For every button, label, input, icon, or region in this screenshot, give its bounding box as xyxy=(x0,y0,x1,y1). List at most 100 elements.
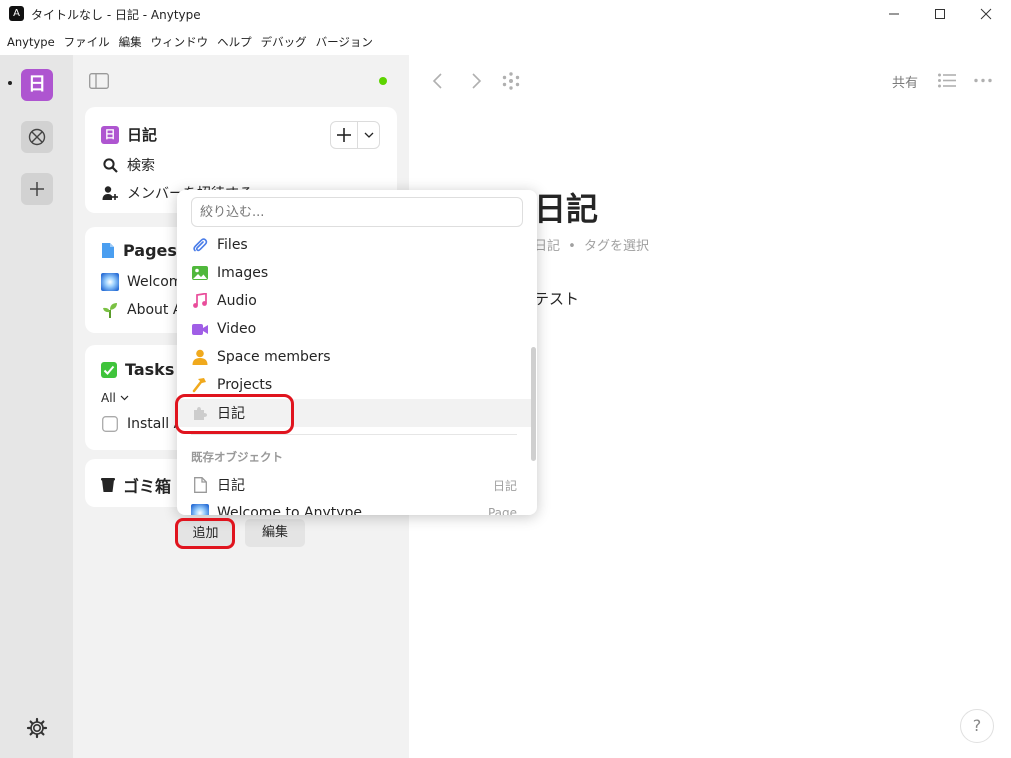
meta-separator: • xyxy=(568,239,576,254)
pages-title: Pages xyxy=(123,241,177,260)
plus-icon xyxy=(337,128,351,142)
app-logo-icon: A xyxy=(9,6,24,21)
space-tile[interactable]: 日 xyxy=(21,69,53,101)
menu-item-label: Projects xyxy=(217,377,273,393)
minimize-icon xyxy=(889,13,899,15)
menu-item-files[interactable]: Files xyxy=(177,231,531,259)
object-type-meta: 日記 xyxy=(492,478,517,493)
tasks-title: Tasks xyxy=(125,360,175,379)
document-text-block[interactable]: テスト xyxy=(534,288,579,309)
space-tile-small: 日 xyxy=(101,125,119,144)
help-button[interactable]: ? xyxy=(960,709,994,743)
maximize-button[interactable] xyxy=(917,0,963,28)
menu-item-images[interactable]: Images xyxy=(177,259,531,287)
gallery-icon xyxy=(28,128,46,146)
menu-bar: Anytype ファイル 編集 ウィンドウ ヘルプ デバッグ バージョン xyxy=(0,30,382,54)
document-featured-relations: 日記 • タグを選択 xyxy=(534,235,649,254)
gallery-button[interactable] xyxy=(21,121,53,153)
menu-item-label: Welcome to Anytype xyxy=(217,505,363,515)
sync-status-indicator xyxy=(379,77,387,85)
menu-debug[interactable]: デバッグ xyxy=(261,34,307,50)
person-icon xyxy=(192,349,208,365)
trash-widget-header[interactable]: ゴミ箱 xyxy=(101,473,171,497)
menu-item-label: Space members xyxy=(217,349,331,365)
close-window-button[interactable] xyxy=(963,0,1009,28)
menu-item-label: Files xyxy=(217,237,248,253)
object-type-meta: Page xyxy=(487,506,517,515)
menu-item-label: Audio xyxy=(217,293,257,309)
sidebar-search[interactable]: 検索 xyxy=(101,155,155,175)
chevron-down-icon xyxy=(364,132,373,138)
add-widget-source-menu: Files Images Audio Video Space members xyxy=(177,190,537,515)
maximize-icon xyxy=(935,9,945,19)
share-button[interactable]: 共有 xyxy=(892,72,918,91)
existing-objects-heading: 既存オブジェクト xyxy=(191,450,283,464)
music-note-icon xyxy=(193,293,207,308)
tasks-filter-label: All xyxy=(101,391,116,405)
space-header[interactable]: 日 日記 xyxy=(101,124,157,145)
menu-divider xyxy=(191,434,517,435)
chevron-down-icon xyxy=(120,395,129,401)
list-icon[interactable] xyxy=(938,73,956,88)
window-title: タイトルなし - 日記 - Anytype xyxy=(31,8,201,22)
sidebar-toggle-icon[interactable] xyxy=(89,73,109,89)
image-icon xyxy=(192,266,208,280)
back-arrow-icon[interactable] xyxy=(431,72,445,90)
menu-item-space-members[interactable]: Space members xyxy=(177,343,531,371)
video-icon xyxy=(192,323,208,335)
menu-edit[interactable]: 編集 xyxy=(119,34,142,50)
menu-item-label: Images xyxy=(217,265,269,281)
menu-item-audio[interactable]: Audio xyxy=(177,287,531,315)
highlight-diary-type xyxy=(175,394,294,434)
tasks-filter[interactable]: All xyxy=(101,391,129,405)
hammer-icon xyxy=(192,378,206,393)
blank-page-icon xyxy=(193,477,207,493)
menu-item-existing-welcome[interactable]: Welcome to Anytype Page xyxy=(177,499,531,515)
edit-widgets-button[interactable]: 編集 xyxy=(245,519,305,547)
space-name: 日記 xyxy=(127,126,158,144)
create-object-button[interactable] xyxy=(330,121,380,149)
sprout-icon xyxy=(103,303,117,318)
plus-icon xyxy=(30,182,44,196)
menu-item-existing-diary[interactable]: 日記 日記 xyxy=(177,471,531,499)
document-title[interactable]: 日記 xyxy=(534,184,598,230)
search-icon xyxy=(102,157,118,173)
checkbox-checked-icon xyxy=(101,361,117,378)
page-icon xyxy=(102,243,114,258)
menu-item-label: Video xyxy=(217,321,257,337)
title-bar: A タイトルなし - 日記 - Anytype xyxy=(0,0,1011,28)
pages-widget-header[interactable]: Pages xyxy=(101,241,177,260)
settings-gear-icon[interactable] xyxy=(26,717,48,739)
space-rail: 日 xyxy=(0,55,73,758)
minimize-button[interactable] xyxy=(871,0,917,28)
welcome-page-icon xyxy=(101,273,119,291)
graph-icon[interactable] xyxy=(502,72,520,90)
create-plus[interactable] xyxy=(331,122,358,148)
active-space-indicator xyxy=(8,81,12,85)
forward-arrow-icon[interactable] xyxy=(469,72,483,90)
menu-help[interactable]: ヘルプ xyxy=(217,34,252,50)
select-tags-label[interactable]: タグを選択 xyxy=(584,239,649,254)
menu-window[interactable]: ウィンドウ xyxy=(151,34,209,50)
paperclip-icon xyxy=(193,238,208,252)
close-icon xyxy=(980,8,992,20)
add-member-icon xyxy=(102,186,118,200)
menu-scrollbar[interactable] xyxy=(531,347,536,461)
more-options-icon[interactable] xyxy=(974,78,992,83)
add-space-button[interactable] xyxy=(21,173,53,205)
checkbox-icon[interactable] xyxy=(102,416,118,432)
menu-anytype[interactable]: Anytype xyxy=(7,35,55,49)
search-label: 検索 xyxy=(127,158,155,174)
menu-file[interactable]: ファイル xyxy=(64,34,110,50)
welcome-page-icon xyxy=(191,504,209,515)
filter-input[interactable] xyxy=(191,197,523,227)
menu-version[interactable]: バージョン xyxy=(316,34,373,50)
highlight-add-button xyxy=(175,518,235,549)
menu-item-video[interactable]: Video xyxy=(177,315,531,343)
object-type-label[interactable]: 日記 xyxy=(534,239,560,254)
trash-icon xyxy=(101,478,115,492)
trash-title: ゴミ箱 xyxy=(123,477,172,496)
menu-item-label: 日記 xyxy=(217,478,245,494)
create-dropdown[interactable] xyxy=(358,122,379,148)
tasks-widget-header[interactable]: Tasks xyxy=(101,360,174,379)
